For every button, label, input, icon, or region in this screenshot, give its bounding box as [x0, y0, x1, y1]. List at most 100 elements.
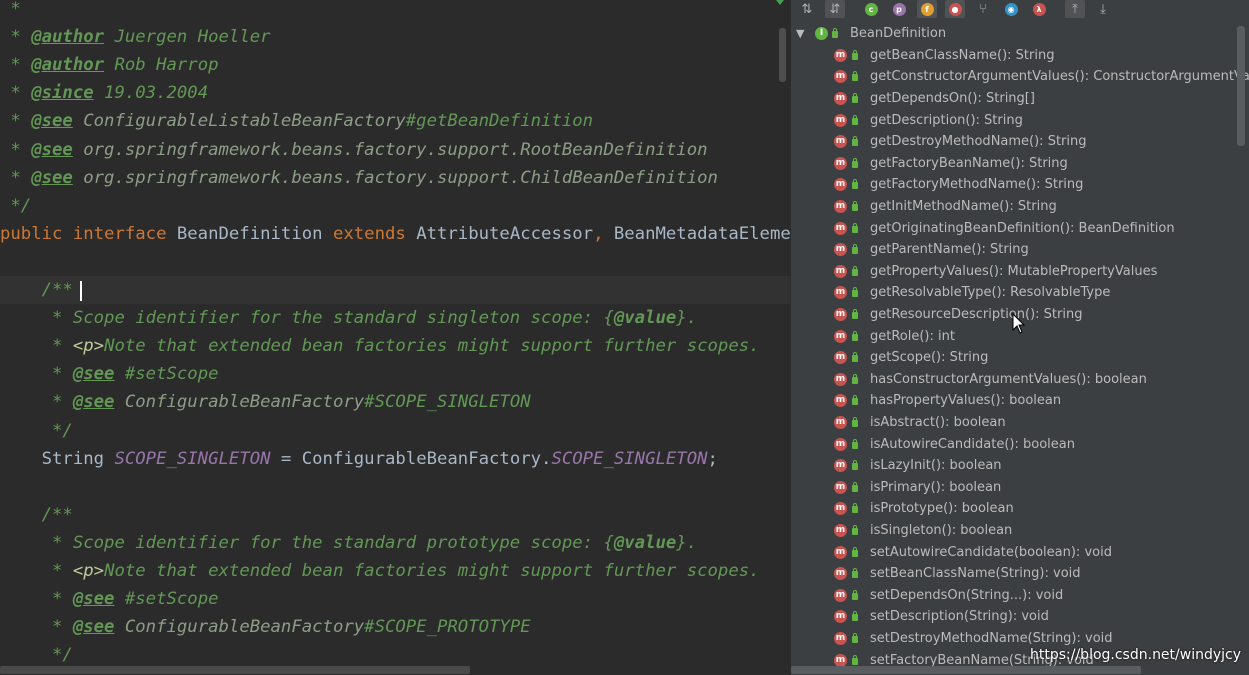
sort-by-visibility-button[interactable]: ⇅ — [797, 0, 817, 18]
public-visibility-icon — [852, 136, 858, 147]
method-item[interactable]: m getDependsOn(): String[] — [791, 88, 1249, 109]
method-item[interactable]: m getDescription(): String — [791, 110, 1249, 131]
method-item[interactable]: m getInitMethodName(): String — [791, 196, 1249, 217]
code-token: */ — [0, 195, 32, 216]
method-item[interactable]: m setBeanClassName(String): void — [791, 563, 1249, 584]
method-label: getBeanClassName(): String — [870, 47, 1055, 63]
code-token: @since — [31, 83, 94, 104]
code-line[interactable]: * <p>Note that extended bean factories m… — [0, 332, 760, 360]
code-line[interactable]: public interface BeanDefinition extends … — [0, 220, 790, 248]
public-visibility-icon — [852, 265, 858, 276]
method-item[interactable]: m hasPropertyValues(): boolean — [791, 390, 1249, 411]
code-line[interactable]: * @see org.springframework.beans.factory… — [0, 136, 707, 164]
interface-icon: I — [815, 27, 828, 40]
method-label: getOriginatingBeanDefinition(): BeanDefi… — [870, 220, 1175, 236]
method-item[interactable]: m getFactoryBeanName(): String — [791, 153, 1249, 174]
code-line[interactable]: * <p>Note that extended bean factories m… — [0, 557, 760, 585]
method-item[interactable]: m getDestroyMethodName(): String — [791, 131, 1249, 152]
code-line[interactable]: * — [0, 0, 20, 23]
code-token: /** — [0, 504, 73, 525]
code-editor[interactable]: * * @author Juergen Hoeller * @author Ro… — [0, 0, 790, 675]
public-visibility-icon — [852, 114, 858, 125]
method-item[interactable]: m setAutowireCandidate(boolean): void — [791, 542, 1249, 563]
code-line[interactable]: * @see ConfigurableBeanFactory#SCOPE_SIN… — [0, 388, 531, 416]
code-line[interactable]: String SCOPE_SINGLETON = ConfigurableBea… — [0, 445, 718, 473]
code-line[interactable]: * Scope identifier for the standard sing… — [0, 304, 697, 332]
public-visibility-icon — [852, 179, 858, 190]
method-label: getDestroyMethodName(): String — [870, 134, 1087, 150]
code-line[interactable]: */ — [0, 417, 73, 445]
method-item[interactable]: m getBeanClassName(): String — [791, 45, 1249, 66]
show-properties-button[interactable]: p — [889, 0, 909, 18]
autoscroll-from-source-button[interactable]: ⤓ — [1093, 0, 1113, 18]
code-line[interactable]: * @see #setScope — [0, 585, 219, 613]
show-lambdas-button[interactable]: λ — [1029, 0, 1049, 18]
code-token: @see — [72, 392, 115, 413]
code-line[interactable]: /** — [0, 501, 73, 529]
method-item[interactable]: m hasConstructorArgumentValues(): boolean — [791, 369, 1249, 390]
show-inherited-icon: ⑂ — [979, 1, 987, 17]
show-properties-icon: p — [892, 2, 906, 16]
code-line[interactable]: /** — [0, 276, 73, 304]
public-visibility-icon — [852, 71, 858, 82]
method-label: isAutowireCandidate(): boolean — [870, 436, 1075, 452]
method-item[interactable]: m isSingleton(): boolean — [791, 520, 1249, 541]
code-line[interactable]: * @author Juergen Hoeller — [0, 23, 271, 51]
method-item[interactable]: m getResolvableType(): ResolvableType — [791, 282, 1249, 303]
code-token: Juergen Hoeller — [104, 27, 271, 48]
method-item[interactable]: m getScope(): String — [791, 347, 1249, 368]
method-item[interactable]: m getOriginatingBeanDefinition(): BeanDef… — [791, 218, 1249, 239]
autoscroll-to-source-button[interactable]: ⤒ — [1065, 0, 1085, 18]
code-token: <p> — [72, 561, 105, 581]
code-line[interactable]: * @since 19.03.2004 — [0, 79, 208, 107]
code-line[interactable]: * @see org.springframework.beans.factory… — [0, 164, 718, 192]
method-icon: m — [834, 437, 847, 451]
code-line[interactable]: * Scope identifier for the standard prot… — [0, 529, 697, 557]
code-line[interactable]: * @see #setScope — [0, 360, 219, 388]
method-item[interactable]: m isAutowireCandidate(): boolean — [791, 434, 1249, 455]
editor-vertical-scrollbar[interactable] — [779, 28, 786, 82]
code-token: */ — [0, 645, 73, 666]
tree-root-beandefinition[interactable]: ▼ I BeanDefinition — [791, 23, 1249, 44]
code-line[interactable]: * @see ConfigurableBeanFactory#SCOPE_PRO… — [0, 613, 531, 641]
method-item[interactable]: m isPrimary(): boolean — [791, 477, 1249, 498]
public-visibility-icon — [852, 589, 858, 600]
method-item[interactable]: m isLazyInit(): boolean — [791, 455, 1249, 476]
code-token: BeanMetadataElement { — [613, 223, 790, 244]
expand-arrow-icon[interactable]: ▼ — [796, 23, 804, 44]
method-item[interactable]: m setDescription(String): void — [791, 606, 1249, 627]
method-label: isSingleton(): boolean — [870, 522, 1013, 538]
method-item[interactable]: m getConstructorArgumentValues(): Constru… — [791, 66, 1249, 87]
method-label: setDescription(String): void — [870, 609, 1049, 625]
method-item[interactable]: m getParentName(): String — [791, 239, 1249, 260]
code-line[interactable]: * @author Rob Harrop — [0, 51, 218, 79]
method-item[interactable]: m isPrototype(): boolean — [791, 498, 1249, 519]
code-token: * — [0, 55, 32, 76]
code-line[interactable]: * @see ConfigurableListableBeanFactory#g… — [0, 107, 593, 135]
show-inherited-button[interactable]: ⑂ — [973, 0, 993, 18]
show-classes-button[interactable]: c — [861, 0, 881, 18]
show-fields-icon: f — [920, 2, 934, 16]
code-token: */ — [0, 420, 73, 441]
public-visibility-icon — [852, 568, 858, 579]
method-item[interactable]: m getFactoryMethodName(): String — [791, 174, 1249, 195]
method-icon: m — [834, 588, 847, 602]
structure-vertical-scrollbar[interactable] — [1237, 26, 1245, 146]
sort-alphabetically-button[interactable]: ⇵ — [825, 0, 845, 18]
code-line[interactable]: */ — [0, 192, 31, 220]
method-item[interactable]: m getPropertyValues(): MutablePropertyVal… — [791, 261, 1249, 282]
code-token: * — [0, 336, 73, 357]
show-fields-button[interactable]: f — [917, 0, 937, 18]
show-anonymous-button[interactable]: ◉ — [1001, 0, 1021, 18]
method-item[interactable]: m isAbstract(): boolean — [791, 412, 1249, 433]
code-token: @author — [31, 55, 105, 76]
show-non-public-button[interactable]: ● — [945, 0, 965, 18]
code-token: * — [0, 392, 73, 413]
structure-horizontal-scrollbar[interactable] — [791, 666, 1141, 674]
code-token: = ConfigurableBeanFactory. — [270, 448, 552, 469]
method-item[interactable]: m setDestroyMethodName(String): void — [791, 628, 1249, 649]
method-item[interactable]: m setDependsOn(String...): void — [791, 585, 1249, 606]
method-icon: m — [834, 48, 847, 62]
public-visibility-icon — [852, 416, 858, 427]
editor-horizontal-scrollbar[interactable] — [0, 666, 470, 674]
